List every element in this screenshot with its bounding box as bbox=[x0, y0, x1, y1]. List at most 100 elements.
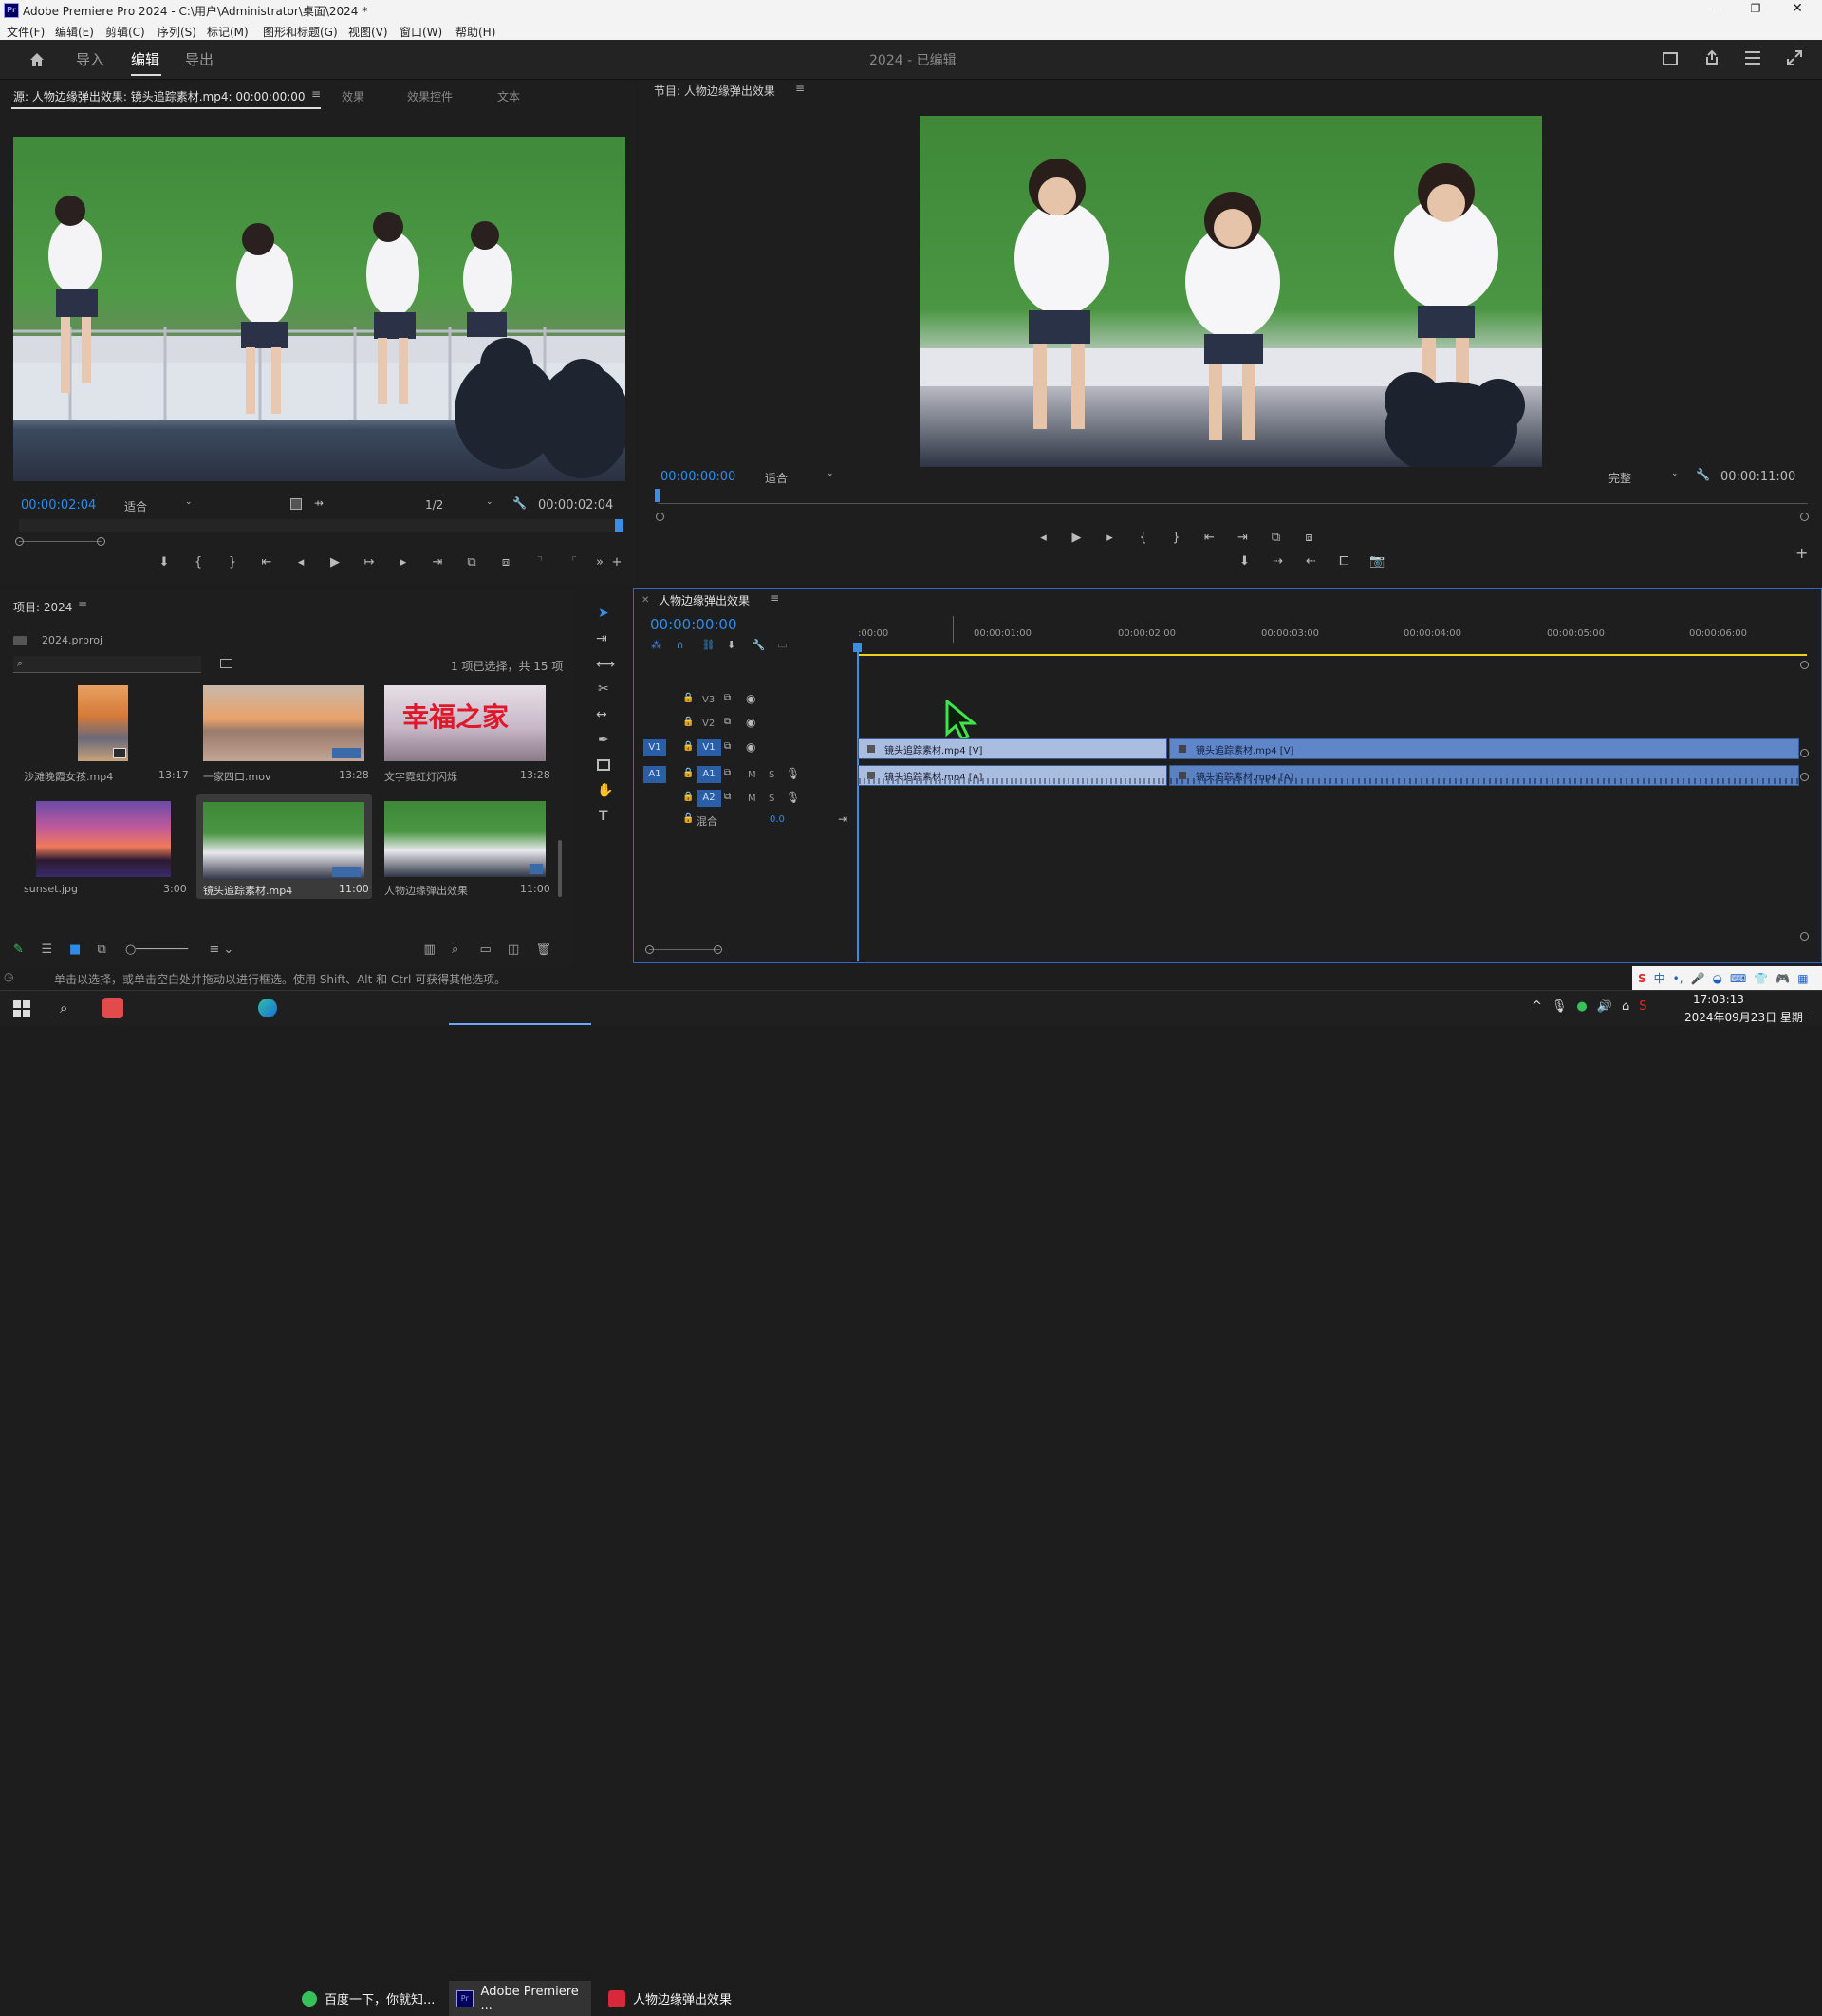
ime-language[interactable]: 中 bbox=[1654, 970, 1665, 986]
new-bin-from-search-icon[interactable] bbox=[220, 659, 232, 668]
step-back-icon[interactable]: ◂ bbox=[1027, 531, 1060, 548]
source-playhead[interactable] bbox=[615, 519, 623, 532]
video-clip[interactable]: 镜头追踪素材.mp4 [V] bbox=[1169, 738, 1799, 759]
sort-icon[interactable]: ≡ ⌄ bbox=[209, 943, 423, 957]
comparison-view-icon[interactable]: ⧠ bbox=[1328, 554, 1361, 571]
new-bin-icon[interactable]: ▭ bbox=[479, 943, 507, 957]
taskbar-app-icon[interactable] bbox=[102, 998, 123, 1018]
program-timecode[interactable]: 00:00:00:00 bbox=[660, 470, 735, 484]
solo-button[interactable]: S bbox=[769, 770, 774, 780]
tab-source[interactable]: 源: 人物边缘弹出效果: 镜头追踪素材.mp4: 00:00:00:00 bbox=[13, 88, 306, 104]
linked-selection-icon[interactable]: ⛓ bbox=[701, 639, 727, 652]
tab-effects[interactable]: 效果 bbox=[342, 88, 364, 104]
rectangle-tool-icon[interactable] bbox=[597, 759, 610, 771]
program-playhead[interactable] bbox=[655, 489, 660, 502]
track-select-tool-icon[interactable]: ⇥ bbox=[596, 631, 607, 646]
vertical-scroll-handle-bottom[interactable] bbox=[1800, 932, 1809, 941]
windows-start-icon[interactable] bbox=[13, 1000, 30, 1017]
program-quality-dropdown[interactable]: 完整 bbox=[1608, 470, 1631, 486]
extract-icon[interactable]: ⧈ bbox=[1292, 531, 1326, 548]
add-marker-icon[interactable]: ⬇ bbox=[1228, 554, 1261, 571]
menu-view[interactable]: 视图(V) bbox=[348, 24, 388, 40]
grid-icon[interactable]: ▦ bbox=[1797, 972, 1808, 985]
project-item[interactable]: 沙滩晚霞女孩.mp4 13:17 bbox=[15, 685, 191, 785]
menu-clip[interactable]: 剪辑(C) bbox=[105, 24, 145, 40]
audio-clip[interactable]: 镜头追踪素材.mp4 [A] bbox=[1169, 765, 1799, 786]
project-item[interactable]: 一家四口.mov 13:28 bbox=[196, 685, 372, 785]
menu-window[interactable]: 窗口(W) bbox=[400, 24, 442, 40]
nest-icon[interactable]: ⁂ bbox=[651, 639, 677, 652]
vertical-scroll-handle-mid[interactable] bbox=[1800, 749, 1809, 757]
menu-graphics[interactable]: 图形和标题(G) bbox=[263, 24, 338, 40]
program-zoom-handle-right[interactable] bbox=[1800, 513, 1809, 521]
add-button-icon[interactable]: + bbox=[1795, 544, 1808, 562]
pencil-icon[interactable]: ✎ bbox=[13, 943, 41, 957]
taskbar-item-browser[interactable]: 百度一下，你就知... bbox=[302, 1981, 444, 2016]
shirt-icon[interactable]: 👕 bbox=[1754, 972, 1768, 985]
voice-icon[interactable]: 🎤 bbox=[1691, 972, 1705, 985]
slip-tool-icon[interactable]: ↔ bbox=[596, 707, 607, 722]
tab-export[interactable]: 导出 bbox=[185, 49, 214, 69]
go-to-end-icon[interactable]: ⇥ bbox=[838, 812, 847, 826]
timeline-zoom-handle-right[interactable] bbox=[714, 945, 722, 954]
lock-icon[interactable]: 🔒 bbox=[682, 792, 694, 802]
project-item[interactable]: 幸福之家 文字霓虹灯闪烁 13:28 bbox=[378, 685, 553, 785]
snap-icon[interactable]: ∩ bbox=[677, 639, 702, 652]
zoom-slider-icon[interactable]: ○─────── bbox=[125, 943, 209, 957]
close-icon[interactable]: ✕ bbox=[1788, 1, 1807, 16]
sogou-icon[interactable]: S bbox=[1638, 972, 1646, 985]
wechat-icon[interactable]: ● bbox=[1576, 999, 1587, 1018]
timeline-zoom-bar[interactable] bbox=[649, 949, 720, 950]
mark-in-icon[interactable]: { bbox=[181, 555, 215, 572]
menu-edit[interactable]: 编辑(E) bbox=[55, 24, 94, 40]
step-back-icon[interactable]: ◂ bbox=[284, 555, 318, 572]
tab-text[interactable]: 文本 bbox=[497, 88, 520, 104]
lift-icon[interactable]: ⧉ bbox=[1259, 531, 1292, 548]
go-to-out-icon[interactable]: ⇥ bbox=[1226, 531, 1259, 548]
source-timecode[interactable]: 00:00:02:04 bbox=[21, 498, 96, 513]
volume-icon[interactable]: 🔊 bbox=[1597, 999, 1612, 1018]
program-fit-dropdown[interactable]: 适合 bbox=[765, 470, 788, 486]
microphone-icon[interactable]: 🎙 bbox=[786, 767, 800, 780]
menu-help[interactable]: 帮助(H) bbox=[456, 24, 495, 40]
fullscreen-icon[interactable] bbox=[1786, 49, 1803, 66]
play-icon[interactable]: ▶ bbox=[1060, 531, 1093, 548]
mute-button[interactable]: M bbox=[748, 793, 756, 804]
menu-file[interactable]: 文件(F) bbox=[7, 24, 45, 40]
panel-menu-icon[interactable]: ≡ bbox=[78, 598, 87, 611]
add-button-icon[interactable]: + bbox=[608, 555, 625, 572]
add-marker-icon[interactable]: ⬇ bbox=[147, 555, 181, 572]
timeline-timecode[interactable]: 00:00:00:00 bbox=[650, 616, 737, 633]
tab-import[interactable]: 导入 bbox=[76, 49, 104, 69]
lock-icon[interactable]: 🔒 bbox=[682, 717, 694, 727]
find-icon[interactable]: ⌕ bbox=[452, 943, 479, 957]
project-item[interactable]: sunset.jpg 3:00 bbox=[15, 799, 191, 899]
timeline-zoom-handle-left[interactable] bbox=[645, 945, 654, 954]
wrench-icon[interactable]: 🔧 bbox=[512, 496, 527, 510]
track-name-a1[interactable]: A1 bbox=[697, 766, 721, 783]
lock-icon[interactable]: 🔒 bbox=[682, 741, 694, 752]
sync-lock-icon[interactable]: ⧉ bbox=[724, 741, 731, 752]
project-item[interactable]: 人物边缘弹出效果 11:00 bbox=[378, 799, 553, 899]
lock-icon[interactable]: 🔒 bbox=[682, 768, 694, 778]
freeform-view-icon[interactable]: ⧉ bbox=[97, 943, 124, 957]
project-scrollbar[interactable] bbox=[558, 840, 562, 897]
source-scrubber-track[interactable] bbox=[19, 519, 619, 532]
captions-icon[interactable]: ▭ bbox=[777, 639, 803, 652]
go-to-in-icon[interactable]: ⇤ bbox=[250, 555, 284, 572]
track-name-v1[interactable]: V1 bbox=[697, 739, 721, 756]
maximize-icon[interactable]: ❐ bbox=[1746, 2, 1765, 17]
tab-edit[interactable]: 编辑 bbox=[131, 49, 159, 69]
extract-icon[interactable]: ⌜ bbox=[557, 555, 591, 572]
sogou-tray-icon[interactable]: S bbox=[1639, 999, 1646, 1018]
source-fit-dropdown[interactable]: 适合 bbox=[124, 498, 147, 514]
menu-marker[interactable]: 标记(M) bbox=[207, 24, 249, 40]
play-in-out-icon[interactable]: ↦ bbox=[352, 555, 386, 572]
project-item-selected[interactable]: 镜头追踪素材.mp4 11:00 bbox=[196, 794, 372, 899]
source-zoom-handle-left[interactable] bbox=[15, 537, 24, 546]
program-zoom-handle-left[interactable] bbox=[656, 513, 664, 521]
list-view-icon[interactable]: ☰ bbox=[41, 943, 68, 957]
search-icon[interactable]: ⌕ bbox=[60, 999, 67, 1017]
clock-time[interactable]: 17:03:13 bbox=[1693, 993, 1744, 1006]
microphone-icon[interactable]: 🎙 bbox=[786, 791, 800, 804]
